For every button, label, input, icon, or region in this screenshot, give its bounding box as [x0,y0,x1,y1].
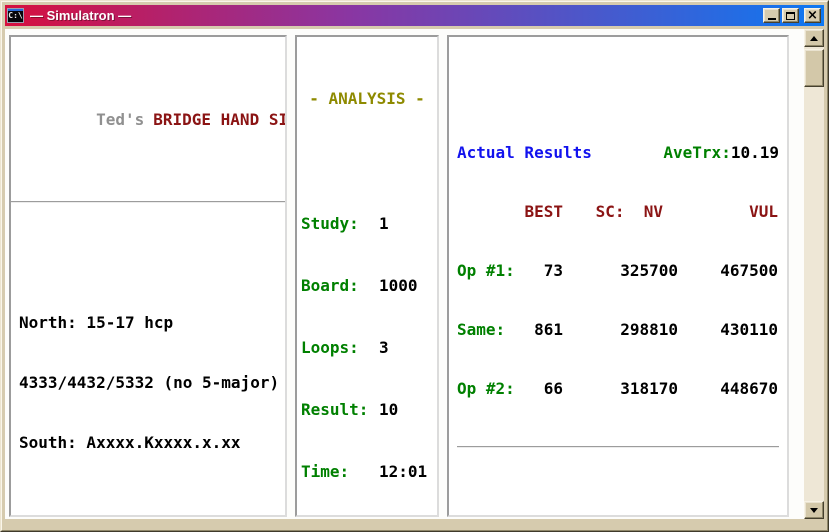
ms-dos-icon: C:\ [7,8,24,23]
field-label: Study: [301,213,379,235]
field-value: 12:01 [379,461,427,483]
avetrx: AveTrx:10.19 [663,143,779,162]
constraint-line: South: Axxxx.Kxxxx.x.xx [19,433,285,453]
simulator-panel: Ted's BRIDGE HAND SIMULATOR North: 15-17 … [9,35,287,517]
bid-options: #1= force game #2= invite game, opener a… [19,511,285,517]
analysis-panel: - ANALYSIS - Study: 1 Board: 1000 Loops:… [295,35,439,517]
analysis-fields: Study: 1 Board: 1000 Loops: 3 Result: 10… [301,173,433,517]
divider [457,446,779,448]
field-row: Board: 1000 [301,275,433,297]
divider [11,201,285,203]
field-value: 10 [379,399,398,421]
field-value: 1 [379,213,389,235]
maximize-button[interactable] [782,8,799,23]
col-best: BEST [515,202,563,221]
minimize-button[interactable] [763,8,780,23]
field-row: Time: 12:01 [301,461,433,483]
constraint-line: North: 15-17 hcp [19,313,285,333]
app-title-prefix: Ted's [96,110,144,129]
client-area: Ted's BRIDGE HAND SIMULATOR North: 15-17 … [5,29,824,519]
field-value: 1000 [379,275,418,297]
field-label: Result: [301,399,379,421]
result-row: Same:861298810430110 [457,320,779,339]
col-vul: VUL [678,202,778,221]
results-panel: Actual Results AveTrx:10.19 BEST SC: NV … [447,35,789,517]
field-row: Loops: 3 [301,337,433,359]
app-title-main: BRIDGE HAND SIMULATOR [153,110,287,129]
minimize-icon [768,18,776,20]
constraint-line: 4333/4432/5332 (no 5-major) [19,373,285,393]
hand-constraints: North: 15-17 hcp 4333/4432/5332 (no 5-ma… [19,273,285,517]
arrow-up-icon [810,36,818,41]
scrollbar-thumb[interactable] [804,49,824,87]
row-label: Op #1: [457,261,515,280]
scrollbar-track[interactable] [804,87,824,501]
best-value: 66 [515,379,563,398]
simulatron-window: C:\ — Simulatron — × Ted's BRIDGE HAND SI… [0,0,829,532]
field-label: Board: [301,275,379,297]
vul-score: 430110 [678,320,778,339]
column-headers: BEST SC: NV VUL [457,202,779,221]
maximize-icon [786,12,795,20]
best-value: 861 [515,320,563,339]
field-row: Study: 1 [301,213,433,235]
vul-score: 467500 [678,261,778,280]
titlebar[interactable]: C:\ — Simulatron — × [5,5,824,26]
vertical-scrollbar[interactable] [804,29,824,519]
result-row: Op #1:73325700467500 [457,261,779,280]
scroll-down-button[interactable] [804,501,824,519]
vul-score: 448670 [678,379,778,398]
section-title: Actual Results [457,143,592,162]
row-label: Same: [457,320,515,339]
window-frame: C:\ — Simulatron — × Ted's BRIDGE HAND SI… [1,1,828,531]
nv-score: 318170 [563,379,678,398]
nv-score: 298810 [563,320,678,339]
best-value: 73 [515,261,563,280]
avetrx-value: 10.19 [731,143,779,162]
analysis-title: - ANALYSIS - [301,89,433,109]
field-value: 3 [379,337,389,359]
scroll-up-button[interactable] [804,29,824,47]
close-button[interactable]: × [804,8,821,23]
col-sc-nv: SC: NV [563,202,678,221]
arrow-down-icon [810,508,818,513]
result-row: Op #2:66318170448670 [457,379,779,398]
spacer [457,202,515,221]
row-label: Op #2: [457,379,515,398]
nv-score: 325700 [563,261,678,280]
results-section-actual: Actual Results AveTrx:10.19 BEST SC: NV … [457,97,779,490]
window-title: — Simulatron — [30,8,763,23]
field-label: Time: [301,461,379,483]
avetrx-label: AveTrx: [663,143,730,162]
field-row: Result: 10 [301,399,433,421]
window-controls: × [763,8,821,23]
app-title: Ted's BRIDGE HAND SIMULATOR [19,87,285,153]
field-label: Loops: [301,337,379,359]
close-icon: × [807,11,818,21]
section-header: Actual Results AveTrx:10.19 [457,143,779,162]
